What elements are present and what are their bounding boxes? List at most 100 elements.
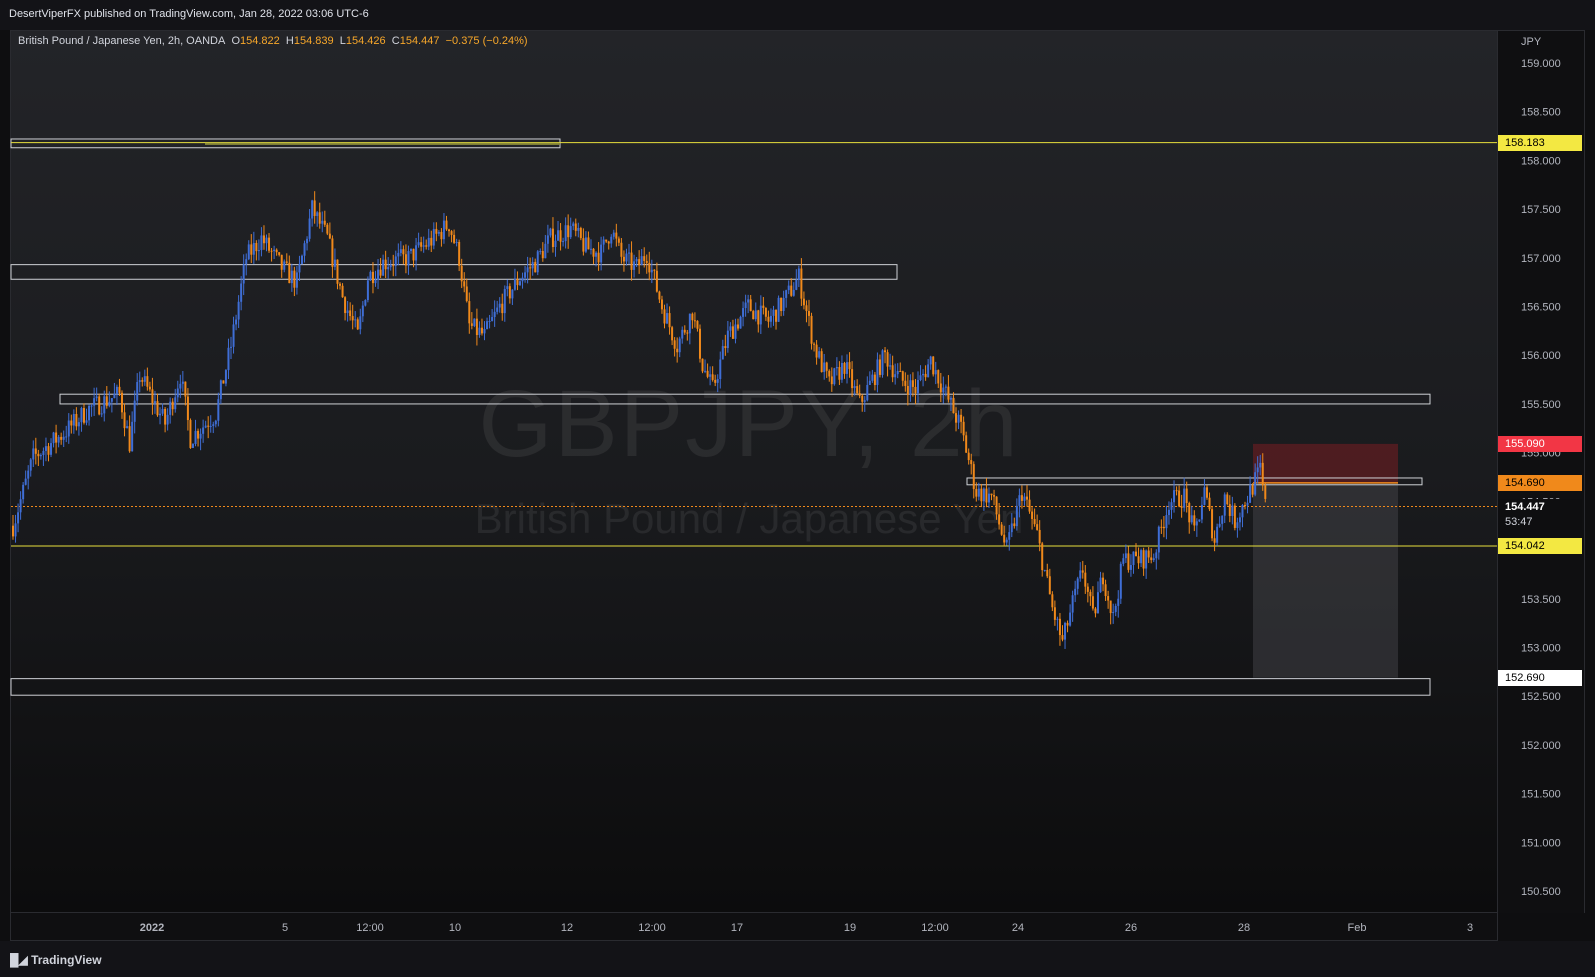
candle-body xyxy=(911,380,914,387)
price-tag-stop: 155.090 xyxy=(1498,435,1582,452)
candle-body xyxy=(742,308,745,317)
candle-body xyxy=(856,386,859,394)
candle-body xyxy=(1091,596,1094,609)
candle-body xyxy=(853,386,856,389)
candle-body xyxy=(1127,553,1130,570)
candle-body xyxy=(1157,526,1160,553)
candle-body xyxy=(108,401,111,406)
candle-body xyxy=(813,343,816,345)
candle-body xyxy=(47,446,50,455)
zone-rect xyxy=(59,393,1431,405)
candle-body xyxy=(516,278,519,286)
candle-body xyxy=(886,352,889,367)
candle-body xyxy=(361,305,364,317)
candle-body xyxy=(1254,472,1257,495)
candle-body xyxy=(939,383,942,393)
y-tick-label: 152.500 xyxy=(1521,691,1561,703)
candle-body xyxy=(98,396,101,415)
candle-body xyxy=(536,251,539,273)
candle-body xyxy=(551,228,554,248)
candle-body xyxy=(1018,495,1021,506)
candle-body xyxy=(70,420,73,426)
candle-body xyxy=(209,426,212,428)
candle-body xyxy=(529,267,532,269)
candle-body xyxy=(1165,515,1168,529)
candle-body xyxy=(693,320,696,322)
candle-body xyxy=(508,286,511,299)
candle-body xyxy=(437,231,440,234)
candle-body xyxy=(1142,550,1145,569)
candle-body xyxy=(589,248,592,250)
candle-body xyxy=(1137,556,1140,564)
candle-body xyxy=(1246,502,1249,506)
candle-body xyxy=(1238,517,1241,523)
candle-body xyxy=(60,436,63,440)
candle-body xyxy=(270,250,273,252)
candle-body xyxy=(37,453,40,457)
candle-body xyxy=(326,224,329,234)
candle-body xyxy=(275,249,278,253)
candle-body xyxy=(660,299,663,310)
candle-body xyxy=(635,259,638,262)
candle-body xyxy=(612,232,615,237)
candle-body xyxy=(156,401,159,416)
candle-body xyxy=(169,401,172,415)
y-tick-label: 153.000 xyxy=(1521,642,1561,654)
candle-body xyxy=(1216,526,1219,543)
candle-body xyxy=(955,413,958,423)
candle-body xyxy=(719,359,722,379)
candle-body xyxy=(889,365,892,367)
candle-body xyxy=(128,426,131,452)
candle-body xyxy=(744,302,747,309)
candle-body xyxy=(1117,598,1120,606)
candle-body xyxy=(749,299,752,312)
candle-body xyxy=(1124,553,1127,559)
candle-body xyxy=(549,228,552,236)
candle-body xyxy=(480,327,483,334)
candle-body xyxy=(572,223,575,227)
candle-body xyxy=(333,259,336,267)
tradingview-logo[interactable]: █◢ TradingView xyxy=(10,953,102,967)
candle-body xyxy=(387,267,390,270)
candle-body xyxy=(465,286,468,302)
candle-body xyxy=(250,244,253,255)
candle-body xyxy=(184,381,187,397)
candle-body xyxy=(115,386,118,394)
candle-body xyxy=(1226,494,1229,505)
candle-body xyxy=(331,238,334,267)
candle-body xyxy=(815,344,818,358)
y-tick-label: 157.000 xyxy=(1521,253,1561,265)
candle-body xyxy=(85,420,88,423)
candle-body xyxy=(359,316,362,330)
candle-body xyxy=(521,277,524,282)
candle-body xyxy=(50,443,53,455)
candle-body xyxy=(648,262,651,273)
candle-body xyxy=(810,315,813,344)
candle-body xyxy=(118,386,121,393)
candle-body xyxy=(1015,505,1018,527)
candle-body xyxy=(1244,505,1247,507)
candle-body xyxy=(475,318,478,336)
candle-body xyxy=(934,370,937,375)
candle-body xyxy=(1135,551,1138,557)
candle-body xyxy=(1261,462,1264,486)
candle-body xyxy=(1162,526,1165,529)
candle-body xyxy=(643,256,646,261)
candle-body xyxy=(88,405,91,421)
candle-body xyxy=(671,327,674,341)
candle-body xyxy=(610,236,613,244)
candle-body xyxy=(110,398,113,402)
candle-body xyxy=(285,261,288,263)
candle-body xyxy=(947,386,950,400)
candle-body xyxy=(24,478,27,485)
candle-body xyxy=(924,373,927,378)
candle-body xyxy=(214,420,217,425)
candle-body xyxy=(349,310,352,317)
candle-body xyxy=(1155,552,1158,559)
candle-body xyxy=(602,239,605,245)
candle-body xyxy=(77,422,80,427)
price-tag-last: 154.447 xyxy=(1498,498,1582,515)
candle-body xyxy=(1008,532,1011,540)
candle-body xyxy=(957,414,960,423)
price-tag-level: 154.042 xyxy=(1498,537,1582,554)
